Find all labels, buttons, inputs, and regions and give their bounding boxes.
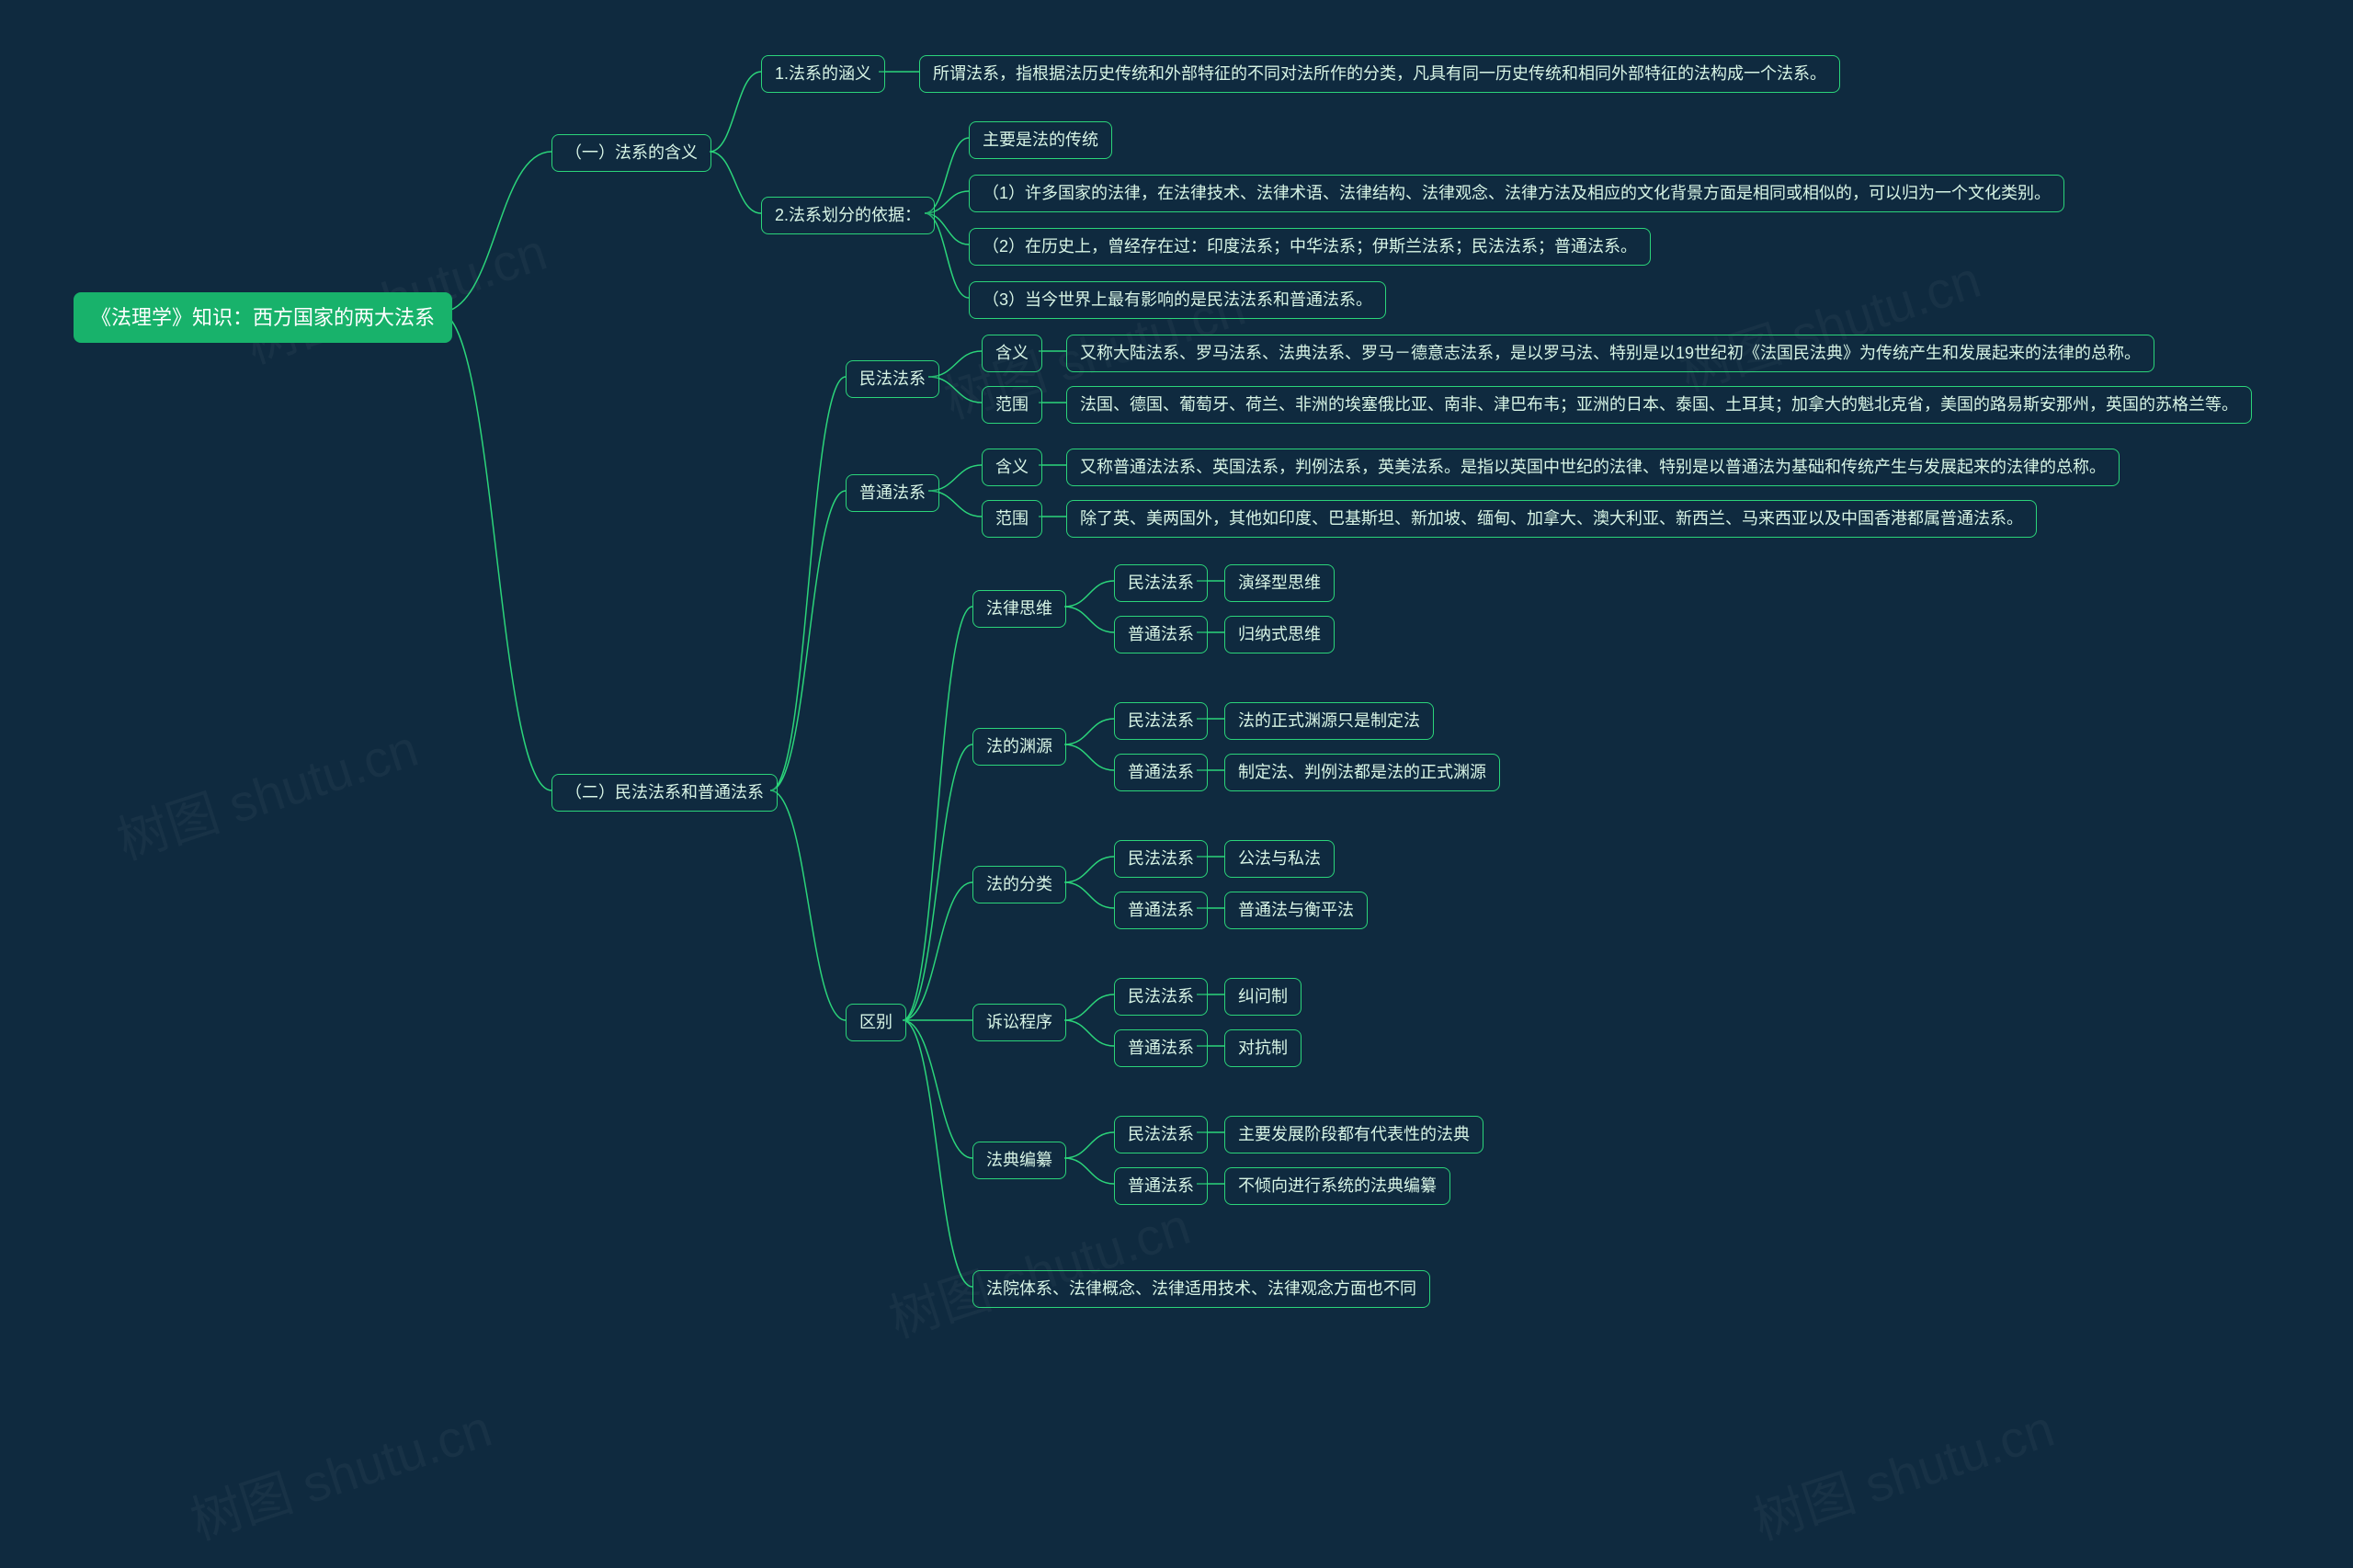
watermark-text: 树图 shutu.cn bbox=[107, 708, 426, 875]
node-civil-scope-label[interactable]: 范围 bbox=[982, 386, 1042, 424]
node-d3-a-label[interactable]: 民法法系 bbox=[1114, 840, 1208, 878]
node-definition-label[interactable]: 1.法系的涵义 bbox=[761, 55, 885, 93]
node-common-scope-label[interactable]: 范围 bbox=[982, 500, 1042, 538]
watermark-text: 树图 shutu.cn bbox=[180, 1388, 500, 1555]
node-basis-d[interactable]: （3）当今世界上最有影响的是民法法系和普通法系。 bbox=[969, 281, 1386, 319]
node-d3-a-text[interactable]: 公法与私法 bbox=[1224, 840, 1335, 878]
node-common-def-label[interactable]: 含义 bbox=[982, 449, 1042, 486]
node-civil-def-text[interactable]: 又称大陆法系、罗马法系、法典法系、罗马－德意志法系，是以罗马法、特别是以19世纪… bbox=[1066, 335, 2154, 372]
node-d3-b-text[interactable]: 普通法与衡平法 bbox=[1224, 892, 1368, 929]
node-diff[interactable]: 区别 bbox=[846, 1004, 906, 1041]
section-2[interactable]: （二）民法法系和普通法系 bbox=[551, 774, 778, 812]
node-d5-b-text[interactable]: 不倾向进行系统的法典编纂 bbox=[1224, 1167, 1450, 1205]
node-civil-scope-text[interactable]: 法国、德国、葡萄牙、荷兰、非洲的埃塞俄比亚、南非、津巴布韦；亚洲的日本、泰国、土… bbox=[1066, 386, 2252, 424]
node-basis-b[interactable]: （1）许多国家的法律，在法律技术、法律术语、法律结构、法律观念、法律方法及相应的… bbox=[969, 175, 2064, 212]
node-d1-a-label[interactable]: 民法法系 bbox=[1114, 564, 1208, 602]
watermark-text: 树图 shutu.cn bbox=[1743, 1388, 2063, 1555]
node-d2-b-text[interactable]: 制定法、判例法都是法的正式渊源 bbox=[1224, 754, 1500, 791]
node-d5[interactable]: 法典编纂 bbox=[972, 1142, 1066, 1179]
node-d4-a-label[interactable]: 民法法系 bbox=[1114, 978, 1208, 1016]
node-d1[interactable]: 法律思维 bbox=[972, 590, 1066, 628]
node-common-scope-text[interactable]: 除了英、美两国外，其他如印度、巴基斯坦、新加坡、缅甸、加拿大、澳大利亚、新西兰、… bbox=[1066, 500, 2037, 538]
node-d4-b-text[interactable]: 对抗制 bbox=[1224, 1029, 1302, 1067]
node-d2-a-text[interactable]: 法的正式渊源只是制定法 bbox=[1224, 702, 1434, 740]
node-basis-a[interactable]: 主要是法的传统 bbox=[969, 121, 1112, 159]
node-d3[interactable]: 法的分类 bbox=[972, 866, 1066, 903]
section-1[interactable]: （一）法系的含义 bbox=[551, 134, 711, 172]
node-d2[interactable]: 法的渊源 bbox=[972, 728, 1066, 766]
node-civil-def-label[interactable]: 含义 bbox=[982, 335, 1042, 372]
node-d4[interactable]: 诉讼程序 bbox=[972, 1004, 1066, 1041]
node-common-law[interactable]: 普通法系 bbox=[846, 474, 939, 512]
root-node[interactable]: 《法理学》知识：西方国家的两大法系 bbox=[74, 292, 452, 343]
node-d2-a-label[interactable]: 民法法系 bbox=[1114, 702, 1208, 740]
node-definition-text[interactable]: 所谓法系，指根据法历史传统和外部特征的不同对法所作的分类，凡具有同一历史传统和相… bbox=[919, 55, 1840, 93]
node-civil-law[interactable]: 民法法系 bbox=[846, 360, 939, 398]
node-d5-b-label[interactable]: 普通法系 bbox=[1114, 1167, 1208, 1205]
node-d5-a-label[interactable]: 民法法系 bbox=[1114, 1116, 1208, 1153]
node-d3-b-label[interactable]: 普通法系 bbox=[1114, 892, 1208, 929]
node-d1-b-text[interactable]: 归纳式思维 bbox=[1224, 616, 1335, 653]
node-basis-label[interactable]: 2.法系划分的依据： bbox=[761, 197, 935, 234]
node-d1-a-text[interactable]: 演绎型思维 bbox=[1224, 564, 1335, 602]
node-d5-a-text[interactable]: 主要发展阶段都有代表性的法典 bbox=[1224, 1116, 1483, 1153]
node-basis-c[interactable]: （2）在历史上，曾经存在过：印度法系；中华法系；伊斯兰法系；民法法系；普通法系。 bbox=[969, 228, 1651, 266]
node-d4-a-text[interactable]: 纠问制 bbox=[1224, 978, 1302, 1016]
node-d1-b-label[interactable]: 普通法系 bbox=[1114, 616, 1208, 653]
node-d4-b-label[interactable]: 普通法系 bbox=[1114, 1029, 1208, 1067]
watermark-text: 树图 shutu.cn bbox=[1669, 239, 1989, 406]
node-d2-b-label[interactable]: 普通法系 bbox=[1114, 754, 1208, 791]
watermark-text: 树图 shutu.cn bbox=[879, 1186, 1199, 1353]
node-d6[interactable]: 法院体系、法律概念、法律适用技术、法律观念方面也不同 bbox=[972, 1270, 1430, 1308]
node-common-def-text[interactable]: 又称普通法法系、英国法系，判例法系，英美法系。是指以英国中世纪的法律、特别是以普… bbox=[1066, 449, 2120, 486]
